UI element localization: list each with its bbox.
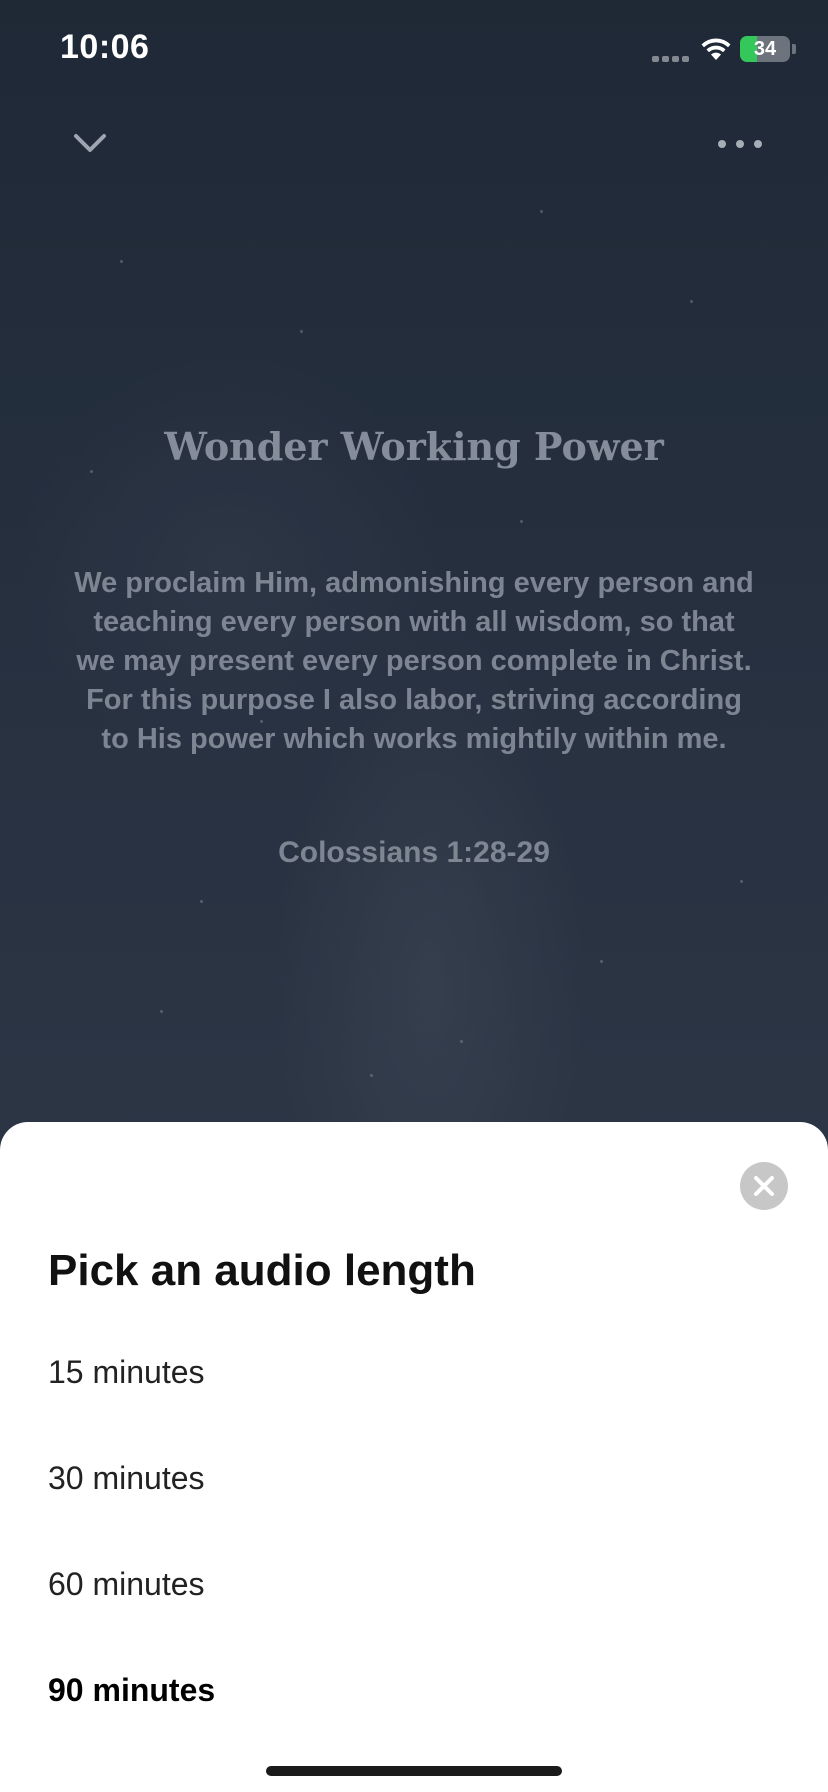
chevron-down-icon <box>74 134 106 152</box>
more-horizontal-icon <box>718 140 762 148</box>
home-indicator <box>266 1766 562 1776</box>
scripture-verse: We proclaim Him, admonishing every perso… <box>74 567 754 755</box>
battery-level: 34 <box>753 38 777 60</box>
dismiss-button[interactable] <box>64 124 116 164</box>
option-60-minutes[interactable]: 60 minutes <box>48 1554 788 1614</box>
audio-length-sheet: Pick an audio length 15 minutes 30 minut… <box>0 1122 828 1792</box>
prayer-title: Wonder Working Power <box>164 424 664 469</box>
cellular-signal-icon <box>652 52 692 62</box>
option-15-minutes[interactable]: 15 minutes <box>48 1342 788 1402</box>
status-time: 10:06 <box>60 28 150 66</box>
battery-nub <box>792 44 796 54</box>
scripture-reference: Colossians 1:28-29 <box>278 836 550 869</box>
close-icon <box>754 1176 774 1196</box>
battery-icon: 34 <box>740 36 790 62</box>
close-button[interactable] <box>740 1162 788 1210</box>
sheet-title: Pick an audio length <box>48 1246 476 1295</box>
option-30-minutes[interactable]: 30 minutes <box>48 1448 788 1508</box>
wifi-icon <box>701 38 731 60</box>
more-options-button[interactable] <box>712 130 768 158</box>
option-90-minutes[interactable]: 90 minutes <box>48 1660 788 1720</box>
